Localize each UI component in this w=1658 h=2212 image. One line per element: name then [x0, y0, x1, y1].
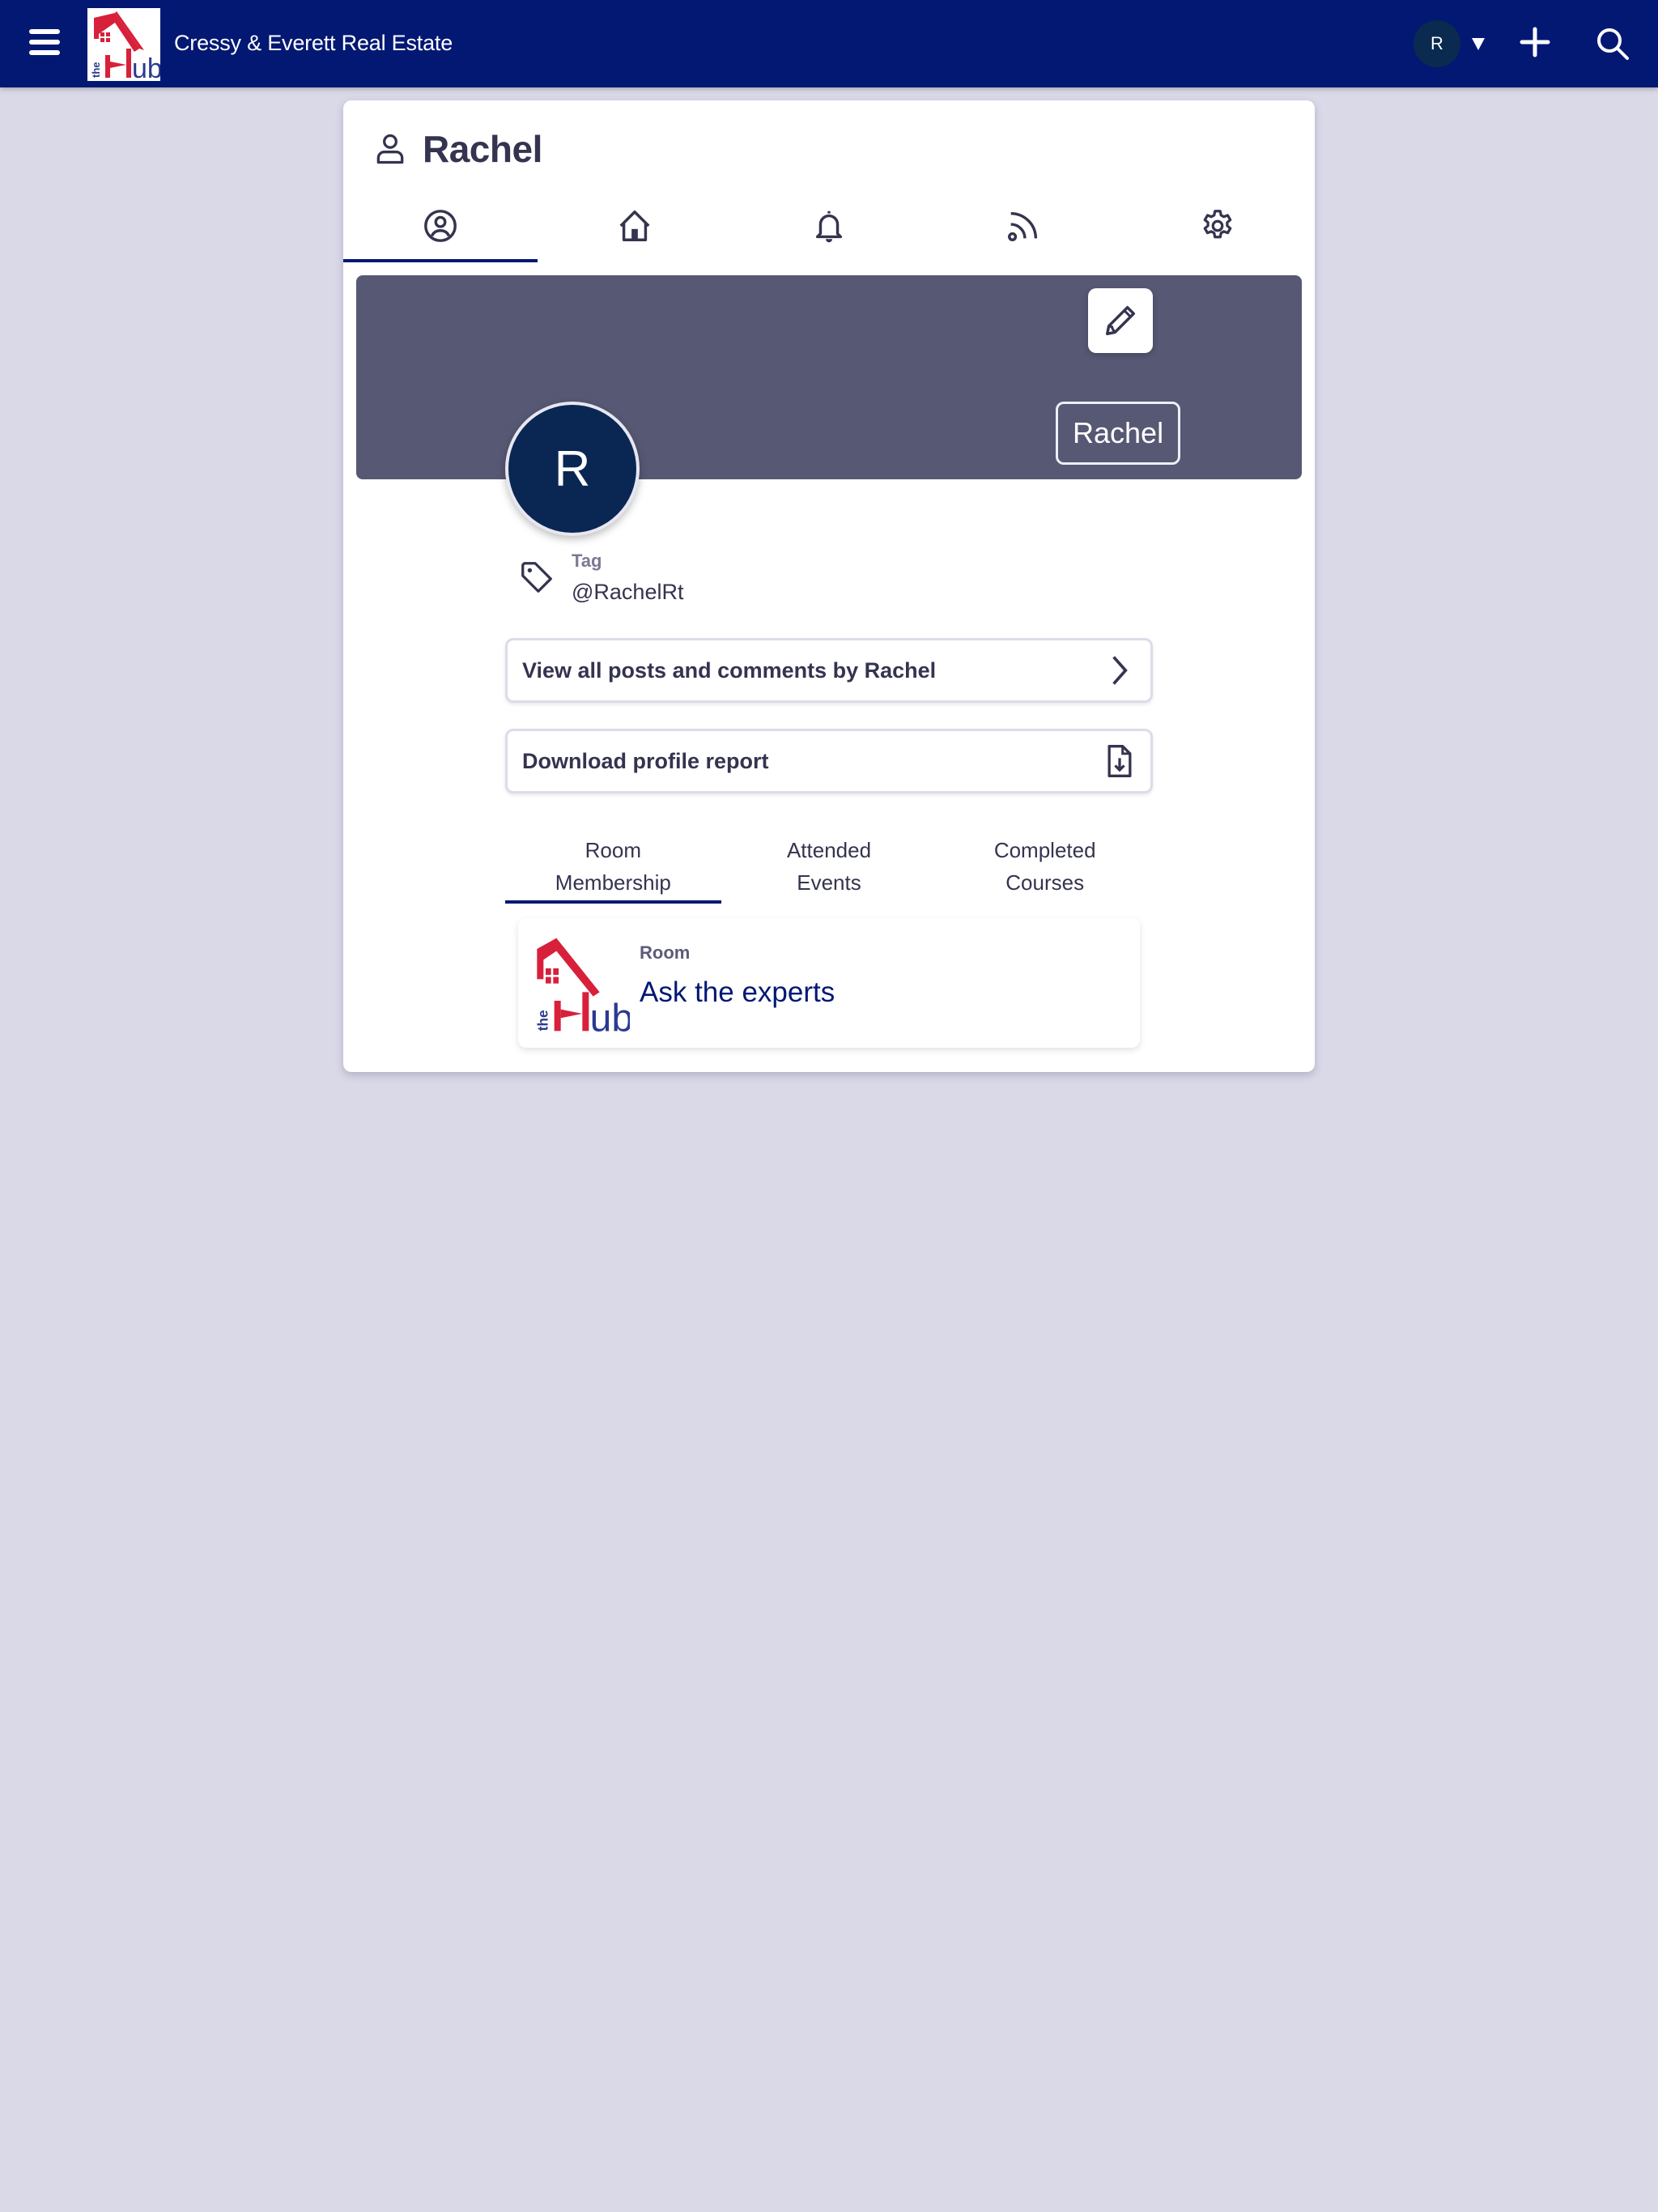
- svg-text:ub: ub: [132, 53, 160, 81]
- plus-icon[interactable]: [1519, 26, 1551, 58]
- pencil-icon: [1105, 305, 1136, 336]
- room-hub-logo-icon: the ub: [535, 938, 630, 1033]
- profile-card: Rachel Rachel R Tag @RachelRt View all p…: [343, 100, 1315, 1072]
- chevron-right-icon: [1112, 656, 1128, 685]
- home-icon: [619, 211, 650, 241]
- tab-home[interactable]: [538, 189, 732, 262]
- hamburger-icon[interactable]: [29, 29, 60, 55]
- hub-logo-icon: the ub: [90, 11, 163, 84]
- bell-icon: [815, 211, 843, 243]
- view-posts-label: View all posts and comments by Rachel: [522, 657, 937, 683]
- gear-icon: [1203, 210, 1232, 239]
- activity-tabs: Room Membership Attended Events Complete…: [505, 829, 1153, 904]
- subtab-attended-events[interactable]: Attended Events: [721, 829, 937, 904]
- rss-icon: [1008, 211, 1038, 241]
- subtab-completed-courses[interactable]: Completed Courses: [937, 829, 1153, 904]
- search-icon[interactable]: [1595, 26, 1630, 62]
- tag-label: Tag: [572, 551, 602, 571]
- room-list-item[interactable]: the ub Room Ask the experts: [518, 918, 1140, 1048]
- room-type-label: Room: [640, 942, 691, 963]
- page-header: Rachel: [372, 125, 542, 173]
- organization-name[interactable]: Cressy & Everett Real Estate: [174, 31, 453, 56]
- hub-logo[interactable]: the ub: [87, 8, 163, 84]
- tab-notifications[interactable]: [732, 189, 926, 262]
- subtab-room-membership[interactable]: Room Membership: [505, 829, 721, 904]
- tab-settings[interactable]: [1120, 189, 1315, 262]
- tag-value: @RachelRt: [572, 580, 684, 604]
- display-name-badge: Rachel: [1056, 402, 1181, 465]
- user-circle-icon: [424, 210, 457, 242]
- tab-profile[interactable]: [343, 189, 538, 262]
- tag-section: Tag @RachelRt: [518, 551, 683, 605]
- profile-tabs: [343, 189, 1315, 262]
- page-title: Rachel: [423, 128, 542, 170]
- caret-down-icon: [1472, 37, 1485, 50]
- room-name[interactable]: Ask the experts: [640, 976, 835, 1009]
- user-menu-button[interactable]: R: [1414, 20, 1485, 67]
- download-report-label: Download profile report: [522, 748, 769, 773]
- file-download-icon: [1107, 745, 1132, 777]
- view-posts-button[interactable]: View all posts and comments by Rachel: [505, 638, 1153, 703]
- cover-banner: Rachel: [356, 275, 1302, 479]
- profile-avatar[interactable]: R: [505, 402, 640, 536]
- edit-cover-button[interactable]: [1088, 288, 1153, 353]
- svg-text:the: the: [90, 62, 102, 79]
- download-report-button[interactable]: Download profile report: [505, 729, 1153, 793]
- svg-text:the: the: [535, 1010, 551, 1031]
- svg-text:ub: ub: [590, 997, 630, 1033]
- tag-icon: [521, 562, 552, 593]
- user-icon: [376, 134, 404, 164]
- tab-feed[interactable]: [926, 189, 1120, 262]
- top-navigation-bar: the ub Cressy & Everett Real Estate R: [0, 0, 1658, 87]
- user-avatar: R: [1414, 20, 1460, 67]
